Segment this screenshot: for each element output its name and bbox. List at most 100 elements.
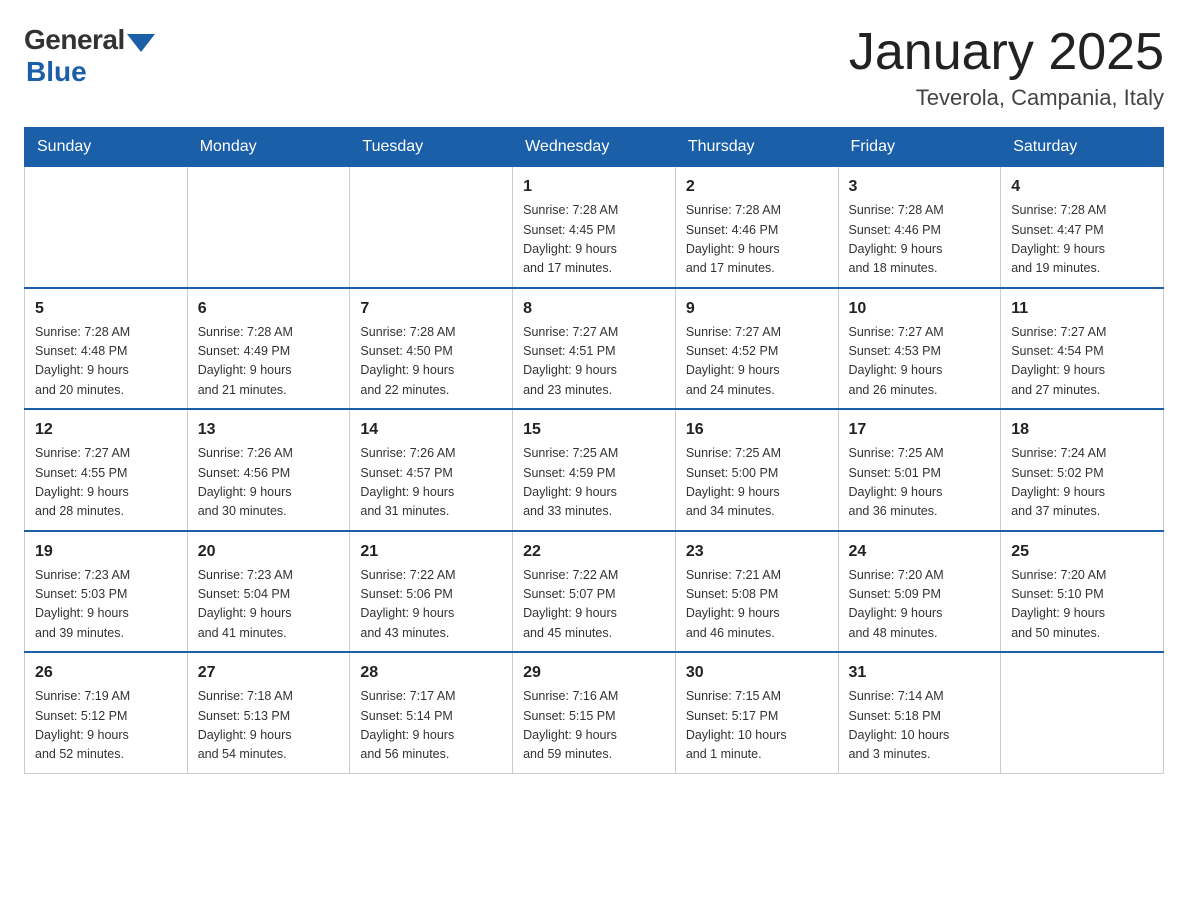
calendar-cell: 22Sunrise: 7:22 AM Sunset: 5:07 PM Dayli… [513,531,676,653]
calendar-cell: 17Sunrise: 7:25 AM Sunset: 5:01 PM Dayli… [838,409,1001,531]
column-header-sunday: Sunday [25,128,188,167]
day-number: 26 [35,661,177,685]
day-info: Sunrise: 7:23 AM Sunset: 5:03 PM Dayligh… [35,566,177,644]
calendar-cell: 23Sunrise: 7:21 AM Sunset: 5:08 PM Dayli… [675,531,838,653]
calendar-header-row: SundayMondayTuesdayWednesdayThursdayFrid… [25,128,1164,167]
calendar-cell: 16Sunrise: 7:25 AM Sunset: 5:00 PM Dayli… [675,409,838,531]
day-info: Sunrise: 7:25 AM Sunset: 5:00 PM Dayligh… [686,444,828,522]
day-info: Sunrise: 7:27 AM Sunset: 4:51 PM Dayligh… [523,323,665,401]
day-info: Sunrise: 7:23 AM Sunset: 5:04 PM Dayligh… [198,566,340,644]
calendar-cell: 7Sunrise: 7:28 AM Sunset: 4:50 PM Daylig… [350,288,513,410]
day-info: Sunrise: 7:16 AM Sunset: 5:15 PM Dayligh… [523,687,665,765]
title-block: January 2025 Teverola, Campania, Italy [849,24,1164,111]
day-info: Sunrise: 7:27 AM Sunset: 4:54 PM Dayligh… [1011,323,1153,401]
calendar-week-row: 19Sunrise: 7:23 AM Sunset: 5:03 PM Dayli… [25,531,1164,653]
calendar-cell: 1Sunrise: 7:28 AM Sunset: 4:45 PM Daylig… [513,167,676,288]
calendar-cell: 25Sunrise: 7:20 AM Sunset: 5:10 PM Dayli… [1001,531,1164,653]
calendar-cell [25,167,188,288]
logo: General Blue [24,24,155,88]
calendar-cell: 8Sunrise: 7:27 AM Sunset: 4:51 PM Daylig… [513,288,676,410]
day-number: 7 [360,297,502,321]
day-number: 18 [1011,418,1153,442]
calendar-cell: 30Sunrise: 7:15 AM Sunset: 5:17 PM Dayli… [675,652,838,773]
day-number: 4 [1011,175,1153,199]
day-info: Sunrise: 7:25 AM Sunset: 5:01 PM Dayligh… [849,444,991,522]
day-info: Sunrise: 7:27 AM Sunset: 4:52 PM Dayligh… [686,323,828,401]
day-number: 23 [686,540,828,564]
day-info: Sunrise: 7:27 AM Sunset: 4:53 PM Dayligh… [849,323,991,401]
day-number: 22 [523,540,665,564]
logo-general-text: General [24,24,125,56]
calendar-week-row: 1Sunrise: 7:28 AM Sunset: 4:45 PM Daylig… [25,167,1164,288]
calendar-cell: 26Sunrise: 7:19 AM Sunset: 5:12 PM Dayli… [25,652,188,773]
column-header-saturday: Saturday [1001,128,1164,167]
day-info: Sunrise: 7:20 AM Sunset: 5:10 PM Dayligh… [1011,566,1153,644]
calendar-cell: 21Sunrise: 7:22 AM Sunset: 5:06 PM Dayli… [350,531,513,653]
day-info: Sunrise: 7:28 AM Sunset: 4:48 PM Dayligh… [35,323,177,401]
day-number: 20 [198,540,340,564]
day-number: 16 [686,418,828,442]
day-info: Sunrise: 7:17 AM Sunset: 5:14 PM Dayligh… [360,687,502,765]
column-header-wednesday: Wednesday [513,128,676,167]
calendar-cell: 18Sunrise: 7:24 AM Sunset: 5:02 PM Dayli… [1001,409,1164,531]
calendar-cell: 19Sunrise: 7:23 AM Sunset: 5:03 PM Dayli… [25,531,188,653]
day-info: Sunrise: 7:25 AM Sunset: 4:59 PM Dayligh… [523,444,665,522]
day-number: 13 [198,418,340,442]
calendar-cell: 11Sunrise: 7:27 AM Sunset: 4:54 PM Dayli… [1001,288,1164,410]
day-number: 5 [35,297,177,321]
day-info: Sunrise: 7:26 AM Sunset: 4:57 PM Dayligh… [360,444,502,522]
calendar-cell: 31Sunrise: 7:14 AM Sunset: 5:18 PM Dayli… [838,652,1001,773]
day-number: 11 [1011,297,1153,321]
day-info: Sunrise: 7:28 AM Sunset: 4:46 PM Dayligh… [686,201,828,279]
calendar-week-row: 26Sunrise: 7:19 AM Sunset: 5:12 PM Dayli… [25,652,1164,773]
calendar-cell: 29Sunrise: 7:16 AM Sunset: 5:15 PM Dayli… [513,652,676,773]
day-number: 3 [849,175,991,199]
day-number: 24 [849,540,991,564]
day-number: 19 [35,540,177,564]
day-number: 17 [849,418,991,442]
calendar-cell: 12Sunrise: 7:27 AM Sunset: 4:55 PM Dayli… [25,409,188,531]
day-number: 25 [1011,540,1153,564]
calendar-week-row: 5Sunrise: 7:28 AM Sunset: 4:48 PM Daylig… [25,288,1164,410]
calendar-cell: 14Sunrise: 7:26 AM Sunset: 4:57 PM Dayli… [350,409,513,531]
calendar-cell: 10Sunrise: 7:27 AM Sunset: 4:53 PM Dayli… [838,288,1001,410]
calendar-cell: 24Sunrise: 7:20 AM Sunset: 5:09 PM Dayli… [838,531,1001,653]
day-info: Sunrise: 7:28 AM Sunset: 4:45 PM Dayligh… [523,201,665,279]
calendar-cell: 27Sunrise: 7:18 AM Sunset: 5:13 PM Dayli… [187,652,350,773]
month-title: January 2025 [849,24,1164,81]
location: Teverola, Campania, Italy [849,85,1164,111]
day-number: 12 [35,418,177,442]
column-header-thursday: Thursday [675,128,838,167]
page-header: General Blue January 2025 Teverola, Camp… [24,24,1164,111]
column-header-monday: Monday [187,128,350,167]
day-number: 10 [849,297,991,321]
day-info: Sunrise: 7:22 AM Sunset: 5:06 PM Dayligh… [360,566,502,644]
calendar-table: SundayMondayTuesdayWednesdayThursdayFrid… [24,127,1164,774]
calendar-cell [187,167,350,288]
day-number: 21 [360,540,502,564]
calendar-cell [350,167,513,288]
day-number: 8 [523,297,665,321]
day-info: Sunrise: 7:14 AM Sunset: 5:18 PM Dayligh… [849,687,991,765]
day-info: Sunrise: 7:18 AM Sunset: 5:13 PM Dayligh… [198,687,340,765]
calendar-cell [1001,652,1164,773]
logo-blue-text: Blue [26,56,87,88]
calendar-cell: 9Sunrise: 7:27 AM Sunset: 4:52 PM Daylig… [675,288,838,410]
day-info: Sunrise: 7:28 AM Sunset: 4:50 PM Dayligh… [360,323,502,401]
calendar-cell: 28Sunrise: 7:17 AM Sunset: 5:14 PM Dayli… [350,652,513,773]
day-number: 31 [849,661,991,685]
day-number: 27 [198,661,340,685]
day-info: Sunrise: 7:28 AM Sunset: 4:46 PM Dayligh… [849,201,991,279]
day-number: 30 [686,661,828,685]
day-info: Sunrise: 7:28 AM Sunset: 4:47 PM Dayligh… [1011,201,1153,279]
day-number: 2 [686,175,828,199]
day-number: 6 [198,297,340,321]
calendar-cell: 5Sunrise: 7:28 AM Sunset: 4:48 PM Daylig… [25,288,188,410]
calendar-cell: 13Sunrise: 7:26 AM Sunset: 4:56 PM Dayli… [187,409,350,531]
calendar-cell: 2Sunrise: 7:28 AM Sunset: 4:46 PM Daylig… [675,167,838,288]
day-number: 9 [686,297,828,321]
day-info: Sunrise: 7:21 AM Sunset: 5:08 PM Dayligh… [686,566,828,644]
calendar-cell: 15Sunrise: 7:25 AM Sunset: 4:59 PM Dayli… [513,409,676,531]
calendar-cell: 6Sunrise: 7:28 AM Sunset: 4:49 PM Daylig… [187,288,350,410]
day-info: Sunrise: 7:26 AM Sunset: 4:56 PM Dayligh… [198,444,340,522]
